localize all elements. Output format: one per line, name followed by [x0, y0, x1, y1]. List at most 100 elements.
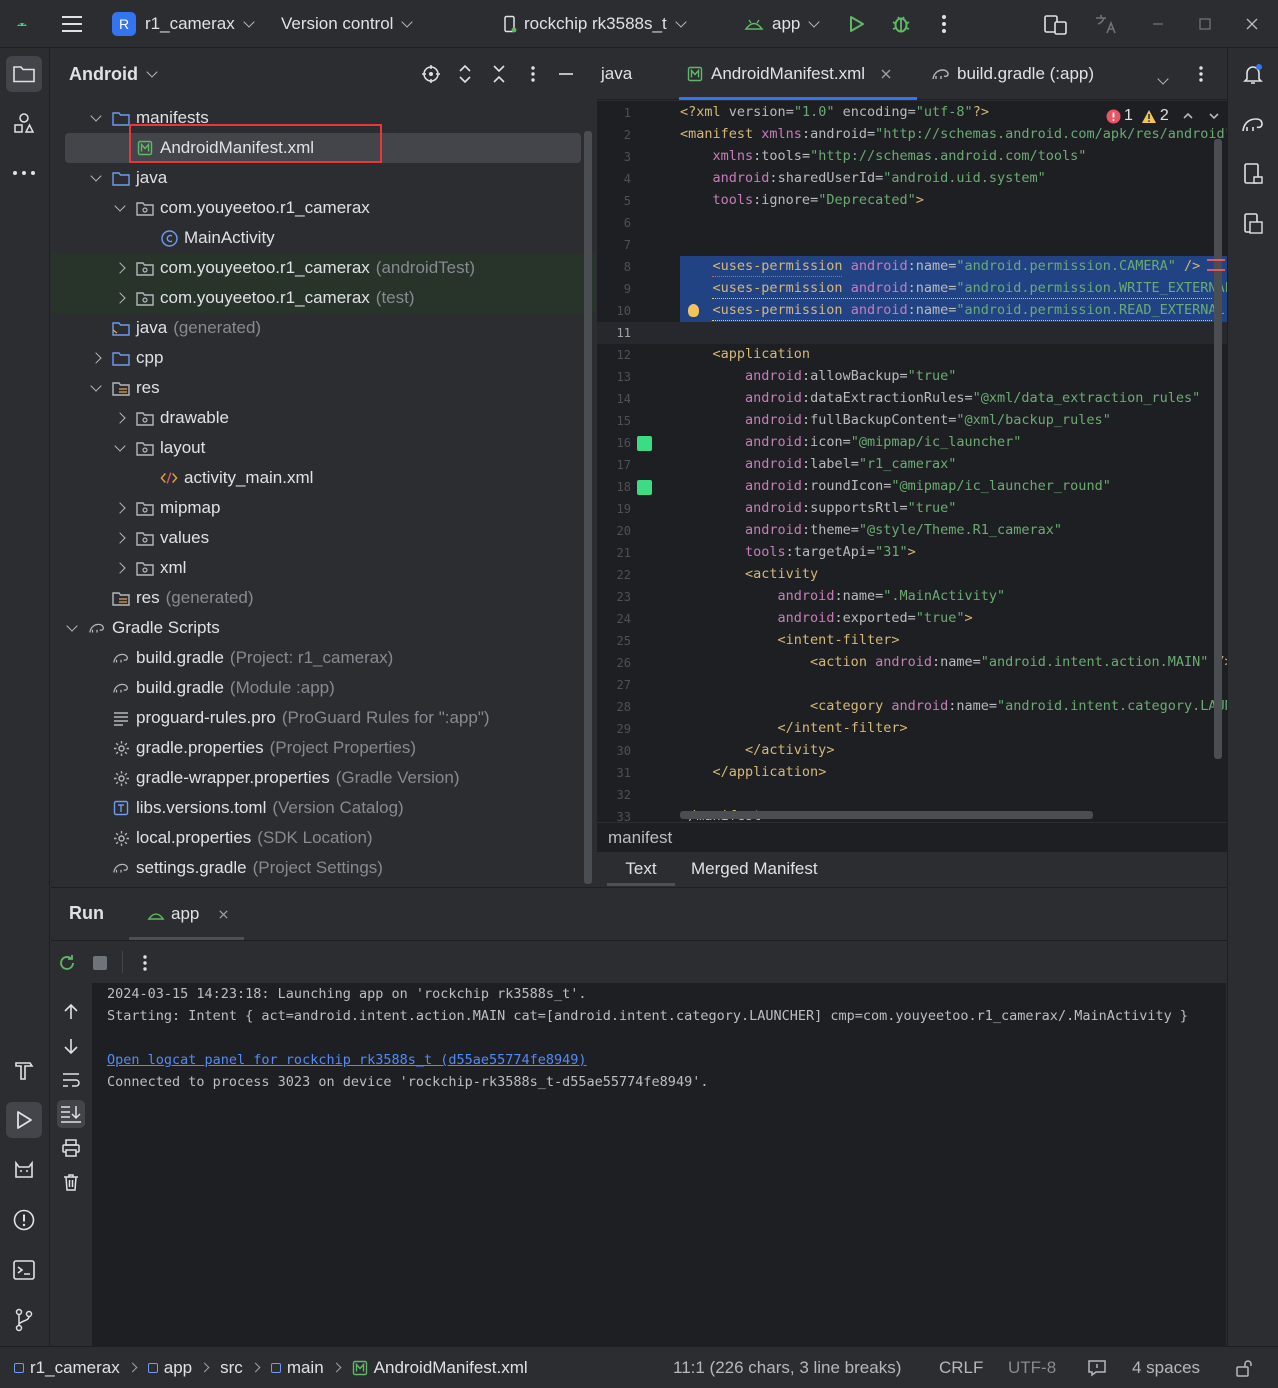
chevron-right-icon[interactable] — [112, 532, 128, 544]
tree-item[interactable]: gradle.properties (Project Properties) — [51, 733, 581, 763]
collapse-all-icon[interactable] — [491, 64, 507, 89]
tree-item[interactable]: local.properties (SDK Location) — [51, 823, 581, 853]
breadcrumb-src[interactable]: src — [220, 1358, 243, 1378]
comment-icon[interactable] — [1087, 1358, 1107, 1378]
problems-tool-button[interactable] — [6, 1202, 42, 1238]
chevron-down-icon[interactable] — [64, 619, 80, 632]
tree-item[interactable]: build.gradle (Module :app) — [51, 673, 581, 703]
tree-item[interactable]: com.youyeetoo.r1_camerax — [51, 193, 581, 223]
more-actions-icon[interactable] — [940, 0, 948, 48]
chevron-down-icon[interactable] — [88, 109, 104, 122]
tree-item-selected[interactable]: AndroidManifest.xml — [65, 133, 581, 163]
run-tool-button[interactable] — [6, 1102, 42, 1138]
expand-all-icon[interactable] — [457, 64, 473, 89]
tree-item[interactable]: java (generated) — [51, 313, 581, 343]
chevron-down-icon[interactable] — [1207, 109, 1221, 123]
chevron-down-icon[interactable] — [112, 439, 128, 452]
tree-item[interactable]: cpp — [51, 343, 581, 373]
project-tool-button[interactable] — [6, 56, 42, 92]
run-config-selector[interactable]: app — [744, 0, 821, 48]
project-selector[interactable]: R r1_camerax — [112, 0, 255, 48]
caret-position[interactable]: 11:1 (226 chars, 3 line breaks) — [673, 1358, 901, 1378]
tree-item[interactable]: settings.gradle (Project Settings) — [51, 853, 581, 883]
chevron-down-icon[interactable] — [112, 199, 128, 212]
vcs-menu[interactable]: Version control — [281, 0, 414, 48]
arrow-up-icon[interactable] — [61, 1002, 81, 1027]
inspection-widget[interactable]: 1 2 — [1100, 107, 1227, 125]
tree-item[interactable]: xml — [51, 553, 581, 583]
scroll-to-end-button[interactable] — [57, 1100, 85, 1128]
gradle-tool-button[interactable] — [1235, 106, 1271, 142]
device-selector[interactable]: rockchip rk3588s_t — [502, 0, 687, 48]
run-button[interactable] — [846, 0, 866, 48]
tree-item[interactable]: proguard-rules.pro (ProGuard Rules for ":… — [51, 703, 581, 733]
arrow-down-icon[interactable] — [61, 1036, 81, 1061]
notifications-button[interactable] — [1235, 56, 1271, 92]
editor-hscrollbar[interactable] — [680, 811, 1093, 819]
editor-options-icon[interactable] — [1197, 64, 1205, 89]
resource-manager-button[interactable] — [6, 105, 42, 141]
device-explorer-button[interactable] — [1235, 156, 1271, 192]
tree-item[interactable]: manifests — [51, 103, 581, 133]
tab-build-gradle[interactable]: build.gradle (:app) — [931, 48, 1094, 100]
git-tool-button[interactable] — [6, 1302, 42, 1338]
error-stripe-mark[interactable] — [1207, 259, 1225, 261]
tree-item[interactable]: activity_main.xml — [51, 463, 581, 493]
close-icon[interactable] — [879, 67, 893, 81]
breadcrumb-file[interactable]: AndroidManifest.xml — [374, 1358, 528, 1378]
terminal-tool-button[interactable] — [6, 1252, 42, 1288]
hide-panel-icon[interactable] — [557, 64, 575, 89]
options-icon[interactable] — [529, 64, 537, 89]
tree-item[interactable]: java — [51, 163, 581, 193]
indent-setting[interactable]: 4 spaces — [1132, 1358, 1200, 1378]
chevron-right-icon[interactable] — [112, 292, 128, 304]
app-quality-insights-button[interactable] — [6, 1152, 42, 1188]
code-editor[interactable]: 1 <?xml version="1.0" encoding="utf-8"?> 2… — [597, 101, 1227, 822]
more-tools-icon[interactable] — [6, 155, 42, 191]
run-console[interactable]: 2024-03-15 14:23:18: Launching app on 'r… — [92, 983, 1226, 1346]
maximize-button[interactable] — [1197, 0, 1213, 48]
chevron-right-icon[interactable] — [112, 502, 128, 514]
chevron-right-icon[interactable] — [112, 412, 128, 424]
tree-item[interactable]: res (generated) — [51, 583, 581, 613]
tree-item[interactable]: drawable — [51, 403, 581, 433]
running-devices-button[interactable] — [1235, 206, 1271, 242]
tree-item[interactable]: gradle-wrapper.properties (Gradle Version… — [51, 763, 581, 793]
lightbulb-icon[interactable] — [688, 304, 699, 317]
breadcrumb-main[interactable]: main — [287, 1358, 324, 1378]
launcher-icon-preview[interactable] — [637, 436, 652, 451]
tree-item[interactable]: MainActivity — [51, 223, 581, 253]
tree-item[interactable]: build.gradle (Project: r1_camerax) — [51, 643, 581, 673]
chevron-right-icon[interactable] — [88, 352, 104, 364]
tree-item[interactable]: res — [51, 373, 581, 403]
project-scrollbar[interactable] — [584, 131, 592, 884]
close-window-button[interactable] — [1244, 0, 1260, 48]
tab-merged-manifest[interactable]: Merged Manifest — [691, 852, 818, 886]
chevron-down-icon[interactable] — [88, 379, 104, 392]
chevron-right-icon[interactable] — [112, 562, 128, 574]
tab-text[interactable]: Text — [607, 852, 675, 886]
tree-item[interactable]: com.youyeetoo.r1_camerax (test) — [51, 283, 596, 313]
stop-icon[interactable] — [93, 956, 107, 970]
close-icon[interactable] — [217, 908, 230, 921]
chevron-up-icon[interactable] — [1181, 109, 1195, 123]
chevron-right-icon[interactable] — [112, 262, 128, 274]
minimize-button[interactable] — [1150, 0, 1166, 48]
run-tab-app[interactable]: app — [129, 888, 244, 940]
print-icon[interactable] — [61, 1138, 81, 1163]
editor-vscrollbar[interactable] — [1214, 139, 1222, 759]
more-options-icon[interactable] — [141, 953, 149, 978]
translate-icon[interactable] — [1094, 0, 1120, 48]
device-manager-icon[interactable] — [1043, 0, 1069, 48]
project-view-selector[interactable]: Android — [69, 64, 158, 85]
tab-androidmanifest[interactable]: AndroidManifest.xml — [679, 48, 917, 100]
tree-item[interactable]: libs.versions.toml (Version Catalog) — [51, 793, 581, 823]
tree-item[interactable]: layout — [51, 433, 581, 463]
tree-item[interactable]: mipmap — [51, 493, 581, 523]
breadcrumb-module[interactable]: app — [164, 1358, 192, 1378]
tree-item[interactable]: com.youyeetoo.r1_camerax (androidTest) — [51, 253, 596, 283]
debug-button[interactable] — [890, 0, 912, 48]
rerun-icon[interactable] — [57, 953, 77, 978]
trash-icon[interactable] — [61, 1172, 81, 1197]
logcat-link[interactable]: Open logcat panel for rockchip rk3588s_t… — [107, 1052, 587, 1068]
